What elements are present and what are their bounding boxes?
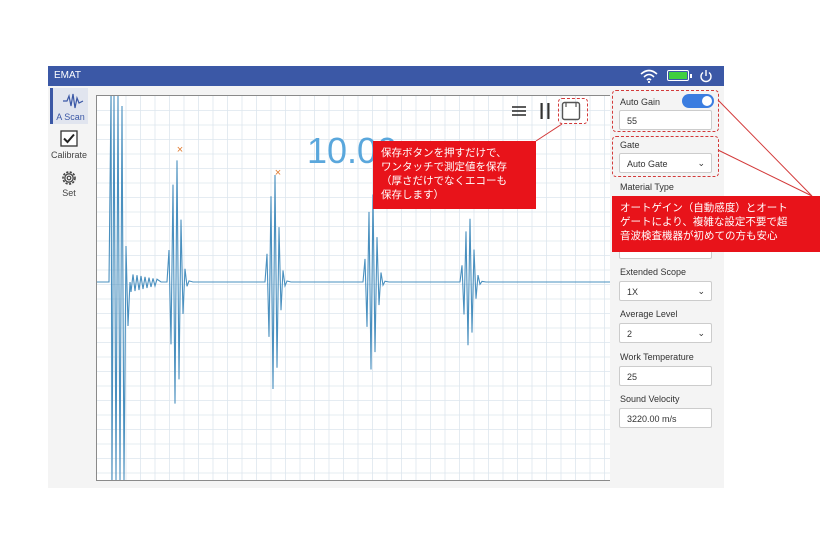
callout-line: ワンタッチで測定値を保存 bbox=[381, 161, 507, 173]
callout-line: オートゲイン（自動感度）とオート bbox=[620, 202, 788, 214]
callout-line: 保存ボタンを押すだけで、 bbox=[381, 147, 507, 159]
callout-line: ゲートにより、複雑な設定不要で超 bbox=[620, 216, 788, 228]
auto-gain-callout: オートゲイン（自動感度）とオート ゲートにより、複雑な設定不要で超 音波検査機器… bbox=[612, 196, 820, 252]
callout-line: 音波検査機器が初めての方も安心 bbox=[620, 230, 778, 242]
annotation-leader-lines bbox=[535, 99, 813, 197]
callout-line: 保存します） bbox=[381, 189, 444, 201]
auto-gain-highlight-box bbox=[612, 90, 719, 132]
save-callout: 保存ボタンを押すだけで、 ワンタッチで測定値を保存 （厚さだけでなくエコーも 保… bbox=[373, 141, 536, 209]
save-highlight-box bbox=[558, 98, 588, 124]
gate-highlight-box bbox=[612, 136, 719, 177]
callout-line: （厚さだけでなくエコーも bbox=[381, 175, 507, 187]
